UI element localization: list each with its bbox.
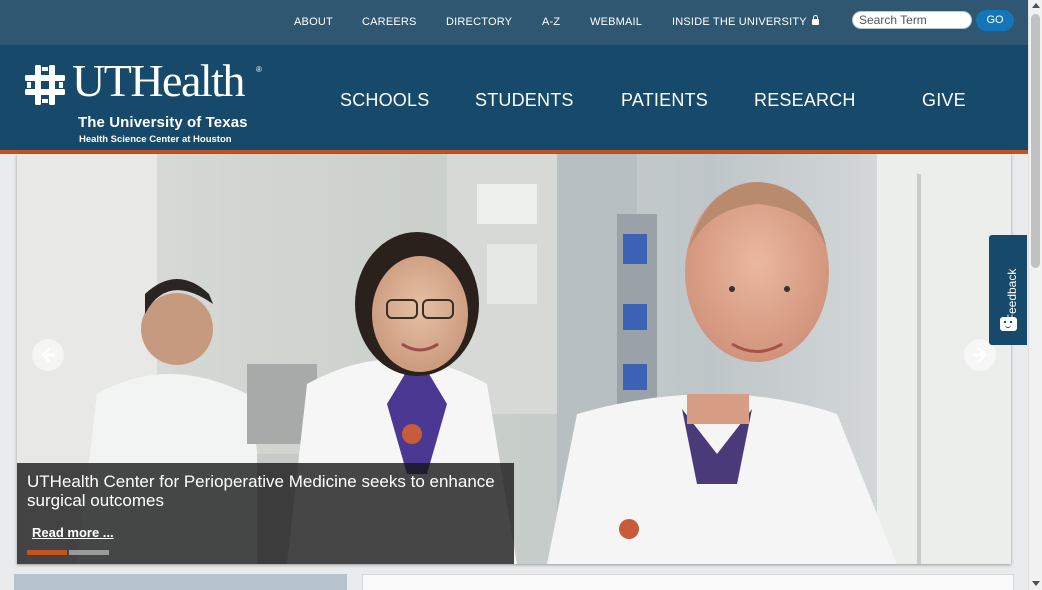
smiley-chat-icon <box>1000 317 1017 331</box>
utility-link-about[interactable]: ABOUT <box>294 16 333 28</box>
logo-wordmark: UTHealth <box>72 55 245 106</box>
logo-registered-mark: ® <box>256 65 262 74</box>
carousel-prev-button[interactable] <box>32 339 64 371</box>
logo-tagline-university: The University of Texas <box>78 114 248 131</box>
scroll-up-arrow-icon[interactable] <box>1032 3 1040 8</box>
main-nav-schools[interactable]: SCHOOLS <box>340 90 429 111</box>
utility-link-webmail[interactable]: WEBMAIL <box>590 16 642 28</box>
content-panel-left <box>14 574 347 590</box>
hero-carousel: UTHealth Center for Perioperative Medici… <box>17 154 1011 564</box>
uthealth-logo[interactable]: UTHealth ® The University of Texas Healt… <box>24 58 269 146</box>
main-nav-give[interactable]: GIVE <box>922 90 966 111</box>
main-nav-research[interactable]: RESEARCH <box>754 90 856 111</box>
utility-link-directory[interactable]: DIRECTORY <box>446 16 512 28</box>
logo-tagline-center: Health Science Center at Houston <box>79 134 232 145</box>
carousel-indicator-2[interactable] <box>69 550 109 555</box>
arrow-left-icon <box>40 347 56 363</box>
scroll-down-arrow-icon[interactable] <box>1032 581 1040 586</box>
search-input[interactable] <box>852 11 972 29</box>
page: ABOUT CAREERS DIRECTORY A-Z WEBMAIL INSI… <box>0 0 1042 590</box>
scrollbar-thumb[interactable] <box>1031 14 1040 268</box>
utility-bar: ABOUT CAREERS DIRECTORY A-Z WEBMAIL INSI… <box>0 0 1028 45</box>
utility-link-label: INSIDE THE UNIVERSITY <box>672 16 807 28</box>
main-header: UTHealth ® The University of Texas Healt… <box>0 45 1028 150</box>
utility-link-careers[interactable]: CAREERS <box>362 16 417 28</box>
main-nav-students[interactable]: STUDENTS <box>475 90 574 111</box>
feedback-tab[interactable]: Feedback <box>989 235 1027 345</box>
content-panel-right <box>362 574 1014 590</box>
slide-caption-title: UTHealth Center for Perioperative Medici… <box>27 472 495 510</box>
search-go-button[interactable]: GO <box>976 10 1014 31</box>
utility-link-inside-the-university[interactable]: INSIDE THE UNIVERSITY <box>672 15 819 28</box>
lock-icon <box>811 15 819 25</box>
carousel-indicator-1-active[interactable] <box>27 550 67 555</box>
utility-link-a-z[interactable]: A-Z <box>542 16 560 28</box>
arrow-right-icon <box>972 347 988 363</box>
uthealth-cross-logo-icon <box>25 65 65 105</box>
read-more-link[interactable]: Read more ... <box>32 525 114 540</box>
page-scrollbar[interactable] <box>1028 0 1042 590</box>
main-nav-patients[interactable]: PATIENTS <box>621 90 708 111</box>
slide-caption: UTHealth Center for Perioperative Medici… <box>17 463 514 564</box>
